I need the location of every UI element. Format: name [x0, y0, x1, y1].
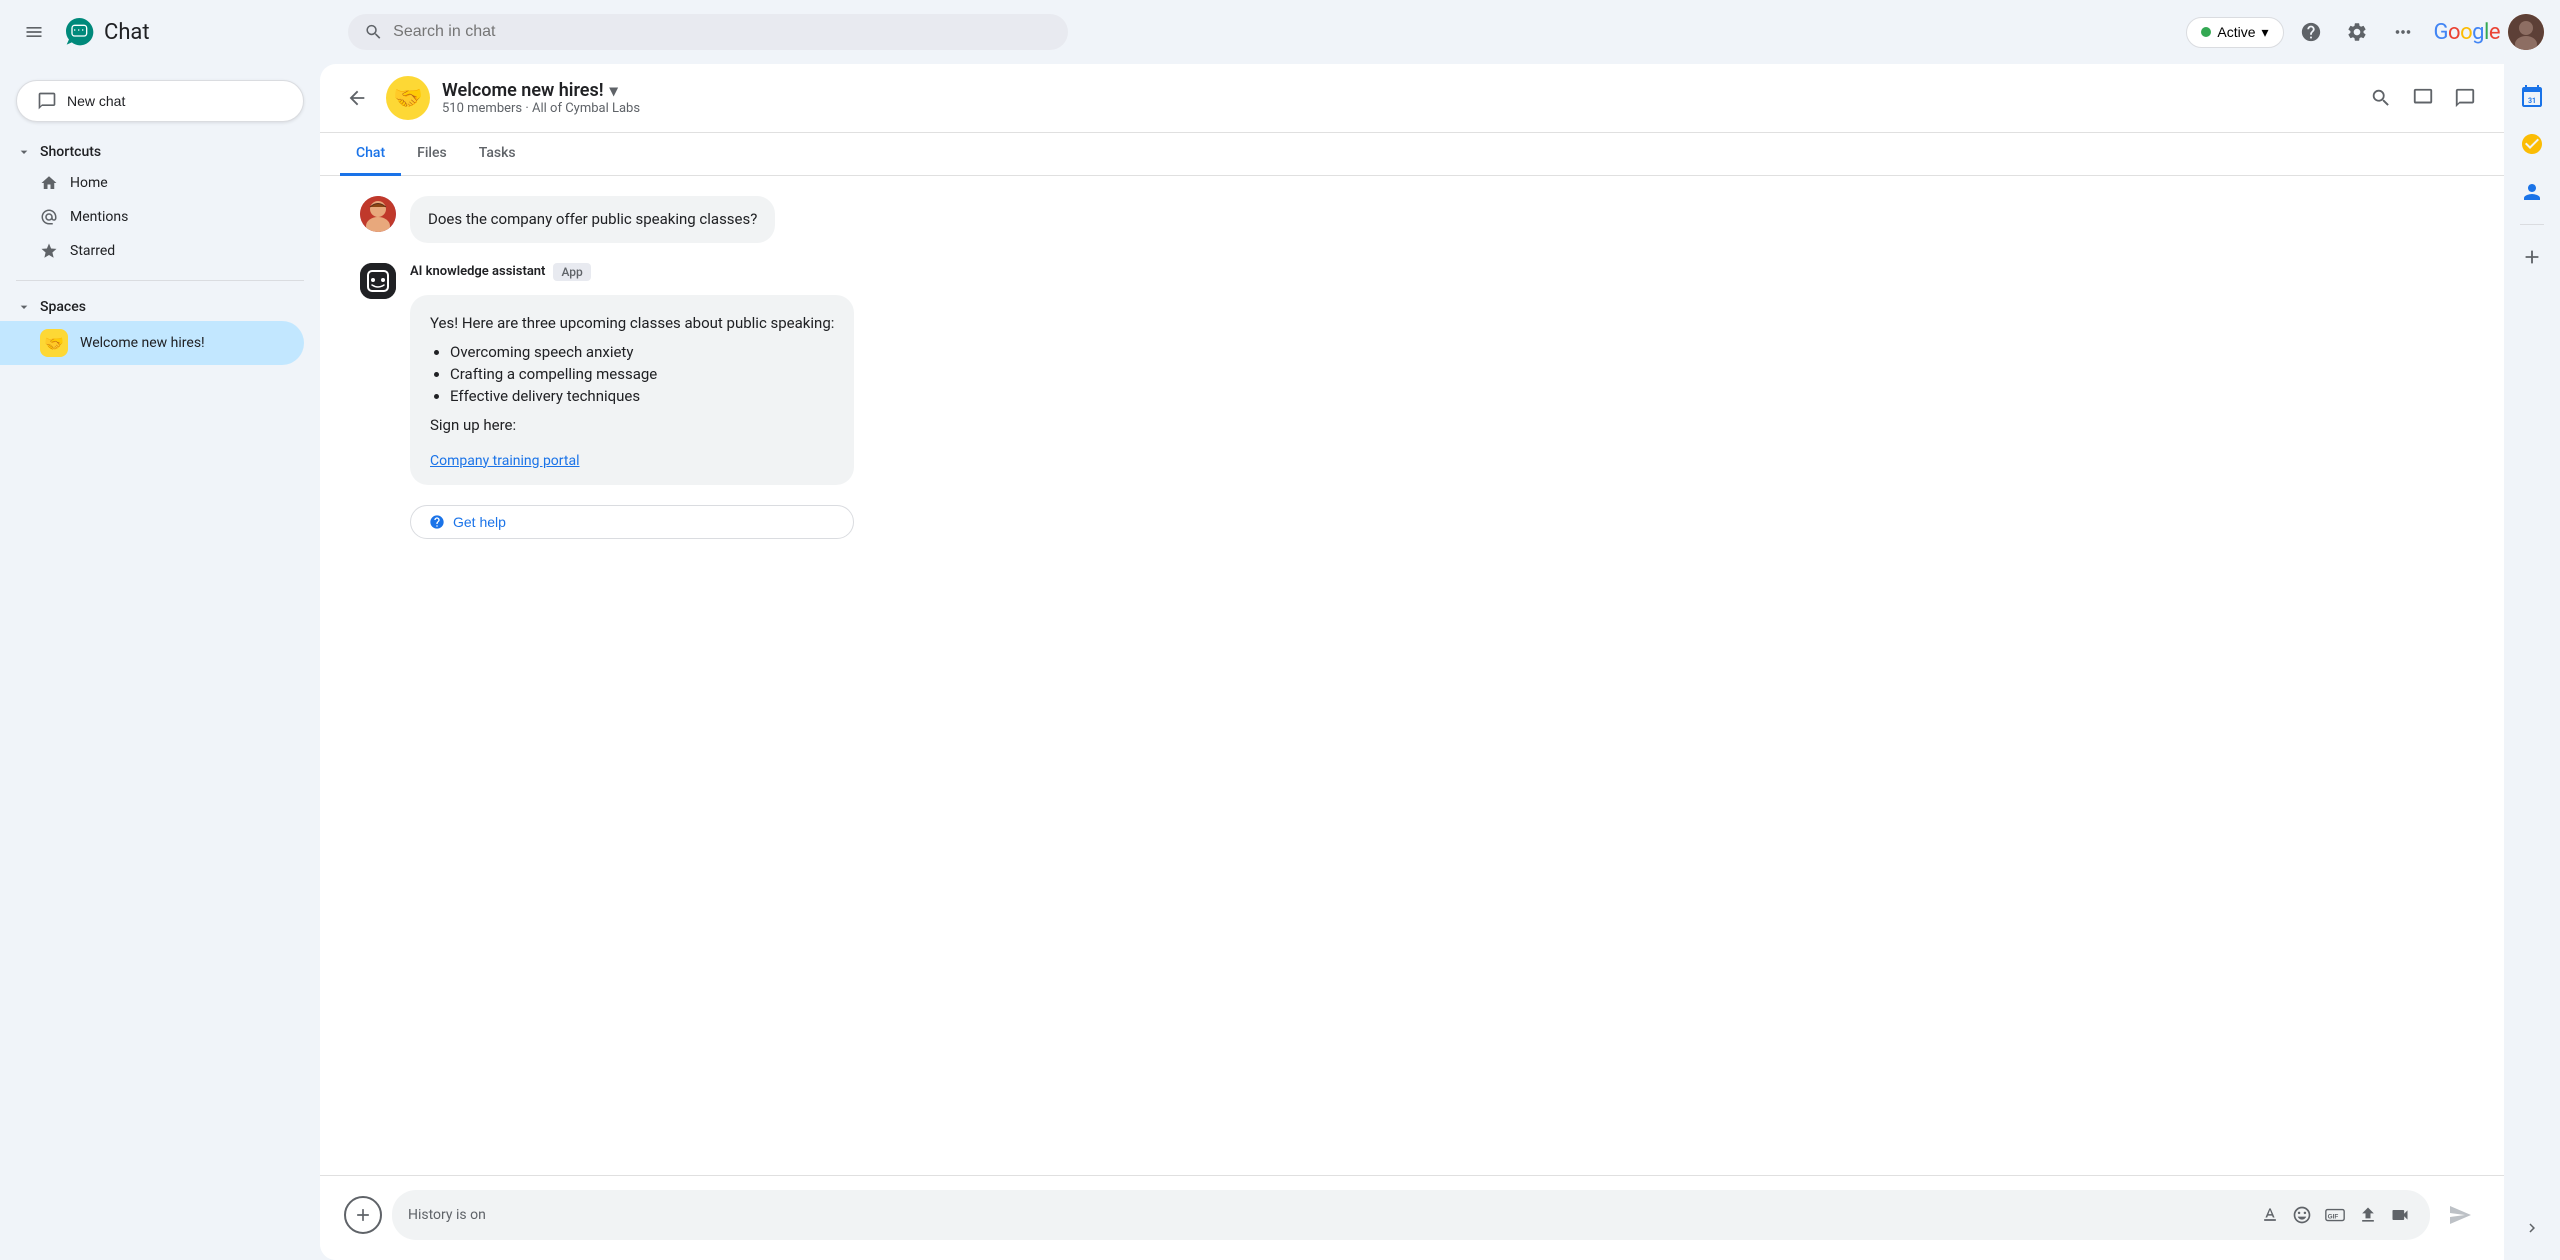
list-item: Crafting a compelling message [450, 365, 834, 383]
search-chat-button[interactable] [2362, 79, 2400, 117]
chat-name: Welcome new hires! ▾ [442, 80, 2350, 101]
new-chat-button[interactable]: New chat [16, 80, 304, 122]
active-status-button[interactable]: Active ▾ [2186, 17, 2283, 48]
tab-tasks[interactable]: Tasks [463, 133, 532, 176]
get-help-label: Get help [453, 514, 506, 530]
app-logo: Chat [64, 16, 150, 48]
active-dot [2201, 27, 2211, 37]
google-logo: Google [2434, 20, 2500, 45]
message-row: Does the company offer public speaking c… [360, 196, 2444, 243]
chat-meta: 510 members · All of Cymbal Labs [442, 101, 2350, 116]
emoji-button[interactable] [2288, 1201, 2316, 1229]
layout: New chat Shortcuts Home Mentions [0, 64, 2560, 1260]
apps-button[interactable] [2384, 13, 2422, 51]
app-title: Chat [104, 20, 150, 45]
help-button[interactable] [2292, 13, 2330, 51]
send-button[interactable] [2440, 1195, 2480, 1235]
chat-header: 🤝 Welcome new hires! ▾ 510 members · All… [320, 64, 2504, 133]
bot-sender-name: AI knowledge assistant [410, 264, 545, 279]
sidebar-item-starred[interactable]: Starred [0, 234, 304, 268]
spaces-label: Spaces [40, 299, 86, 315]
get-help-button[interactable]: Get help [410, 505, 854, 539]
tasks-icon-btn[interactable] [2512, 124, 2552, 164]
shortcuts-section: Shortcuts Home Mentions Starred [0, 134, 320, 272]
user-message-bubble: Does the company offer public speaking c… [410, 196, 775, 243]
pinned-messages-button[interactable] [2404, 79, 2442, 117]
bot-intro: Yes! Here are three upcoming classes abo… [430, 311, 834, 335]
upload-button[interactable] [2354, 1201, 2382, 1229]
app-badge: App [553, 263, 590, 281]
tab-files[interactable]: Files [401, 133, 463, 176]
sign-up-text: Sign up here: [430, 413, 834, 437]
conversation-view-button[interactable] [2446, 79, 2484, 117]
input-area: History is on [320, 1175, 2504, 1260]
user-avatar-msg [360, 196, 396, 232]
home-label: Home [70, 175, 108, 191]
tab-chat[interactable]: Chat [340, 133, 401, 176]
calendar-icon-btn[interactable]: 31 [2512, 76, 2552, 116]
video-call-button[interactable] [2386, 1201, 2414, 1229]
main-content: 🤝 Welcome new hires! ▾ 510 members · All… [320, 64, 2504, 1260]
shortcuts-label: Shortcuts [40, 144, 101, 160]
back-button[interactable] [340, 81, 374, 115]
search-input[interactable] [393, 23, 1052, 41]
list-item: Effective delivery techniques [450, 387, 834, 405]
left-sidebar: New chat Shortcuts Home Mentions [0, 64, 320, 1260]
bot-sender-info: AI knowledge assistant App [410, 263, 854, 281]
sidebar-item-mentions[interactable]: Mentions [0, 200, 304, 234]
messages-area: Does the company offer public speaking c… [320, 176, 2504, 1175]
chat-info: Welcome new hires! ▾ 510 members · All o… [442, 80, 2350, 116]
right-sidebar-divider [2520, 224, 2544, 225]
people-icon-btn[interactable] [2512, 172, 2552, 212]
bot-message-bubble: Yes! Here are three upcoming classes abo… [410, 295, 854, 485]
expand-sidebar-button[interactable] [2512, 1208, 2552, 1248]
user-message-text: Does the company offer public speaking c… [428, 210, 757, 228]
format-text-button[interactable] [2256, 1201, 2284, 1229]
right-sidebar: 31 [2504, 64, 2560, 1260]
shortcuts-header[interactable]: Shortcuts [0, 138, 304, 166]
add-app-button[interactable] [2512, 237, 2552, 277]
hamburger-button[interactable] [16, 14, 52, 50]
mentions-label: Mentions [70, 209, 128, 225]
sidebar-item-home[interactable]: Home [0, 166, 304, 200]
sidebar-divider [16, 280, 304, 281]
input-icons: GIF [2256, 1200, 2414, 1230]
list-item: Overcoming speech anxiety [450, 343, 834, 361]
active-label: Active [2217, 24, 2255, 40]
user-avatar[interactable] [2508, 14, 2544, 50]
starred-label: Starred [70, 243, 115, 259]
sidebar-item-welcome-new-hires[interactable]: 🤝 Welcome new hires! [0, 321, 304, 365]
top-bar-right: Active ▾ Google [2186, 13, 2544, 51]
spaces-section: Spaces 🤝 Welcome new hires! [0, 289, 320, 369]
active-chevron: ▾ [2261, 24, 2268, 41]
new-chat-label: New chat [67, 93, 125, 109]
chat-name-chevron[interactable]: ▾ [610, 81, 618, 100]
message-input-placeholder: History is on [408, 1207, 2256, 1223]
top-bar: Chat Active ▾ [0, 0, 2560, 64]
bot-list: Overcoming speech anxiety Crafting a com… [450, 343, 834, 405]
add-attachment-button[interactable] [344, 1196, 382, 1234]
top-bar-left: Chat [16, 14, 336, 50]
spaces-header[interactable]: Spaces [0, 293, 304, 321]
bot-message-row: AI knowledge assistant App Yes! Here are… [360, 263, 2444, 539]
search-bar[interactable] [348, 14, 1068, 50]
chat-header-actions [2362, 79, 2484, 117]
chat-tabs: Chat Files Tasks [320, 133, 2504, 176]
space-emoji: 🤝 [40, 329, 68, 357]
portal-link[interactable]: Company training portal [430, 453, 579, 469]
settings-button[interactable] [2338, 13, 2376, 51]
chat-room-icon: 🤝 [386, 76, 430, 120]
space-name: Welcome new hires! [80, 335, 205, 351]
svg-text:31: 31 [2528, 97, 2536, 105]
bot-avatar [360, 263, 396, 299]
message-input-wrap[interactable]: History is on [392, 1190, 2430, 1240]
svg-text:GIF: GIF [2328, 1214, 2339, 1221]
search-icon [364, 22, 383, 42]
gif-button[interactable]: GIF [2320, 1200, 2350, 1230]
